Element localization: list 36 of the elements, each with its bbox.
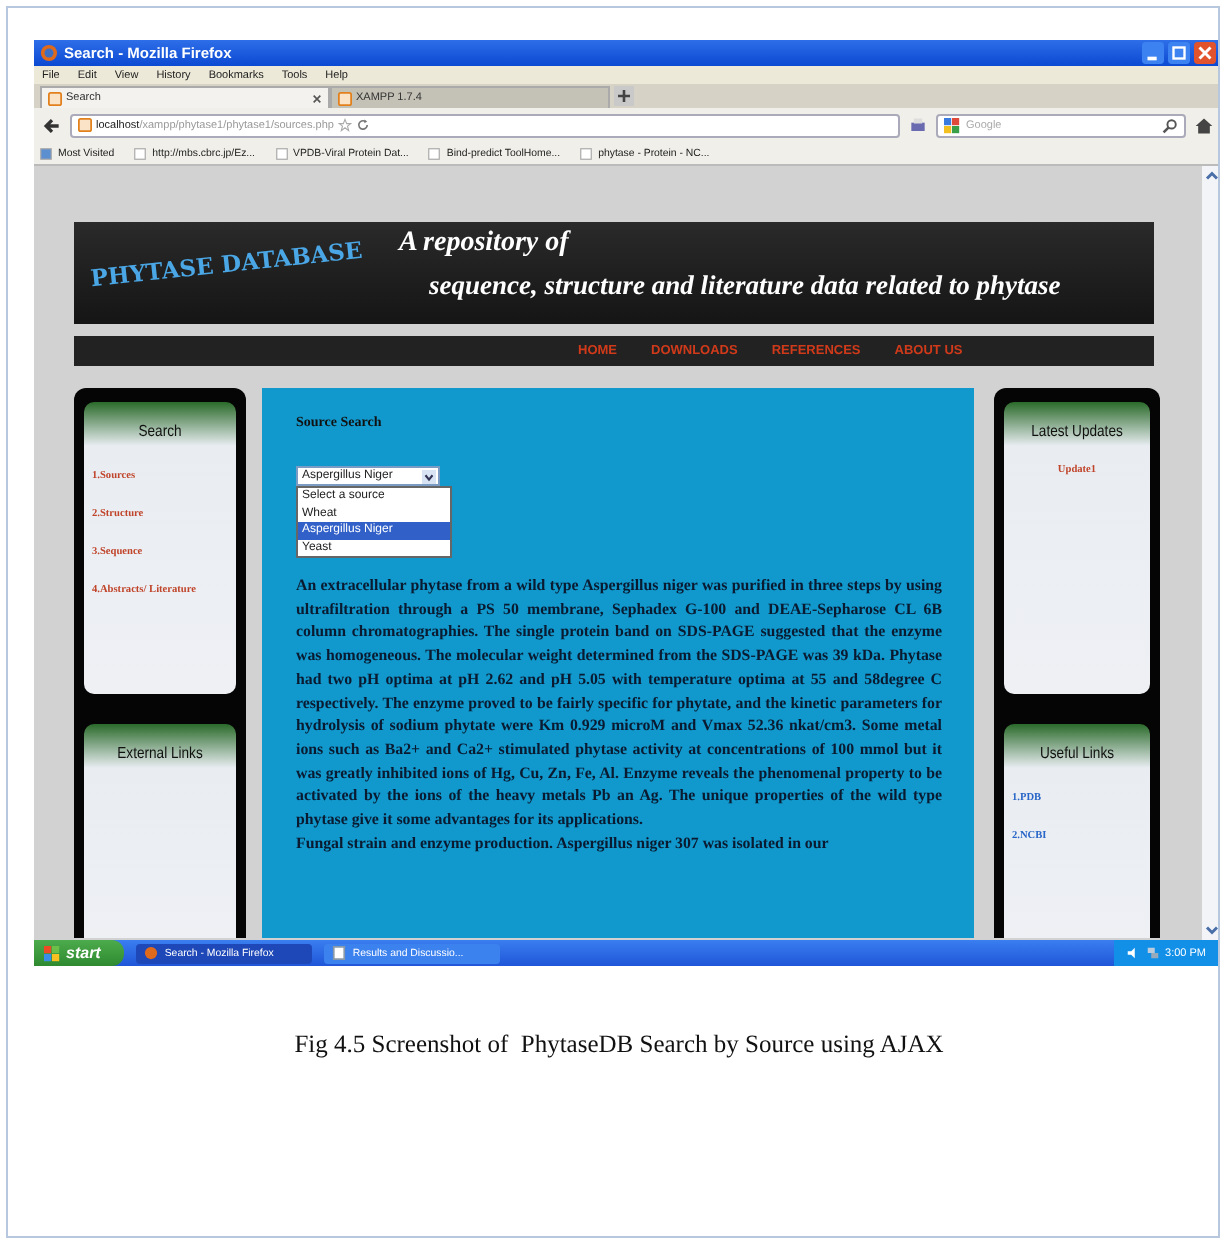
- browser-icon: [40, 44, 58, 62]
- page-icon: [338, 91, 352, 105]
- figure-caption: Fig 4.5 Screenshot of PhytaseDB Search by Source using AJAX: [292, 1030, 946, 1060]
- search-engine-icon[interactable]: [944, 117, 960, 133]
- windows-flag-icon: [44, 945, 60, 961]
- speaker-icon[interactable]: [1125, 946, 1140, 960]
- panel-title: Useful Links: [1037, 744, 1117, 763]
- bookmark-icon: [40, 147, 52, 159]
- bookmark-icon: [275, 147, 287, 159]
- star-icon[interactable]: [337, 118, 352, 132]
- bookmark-icon: [134, 147, 147, 159]
- caret-icon: [422, 469, 436, 483]
- site-logo[interactable]: PHYTASE DATABASE: [89, 235, 364, 295]
- close-tab-icon[interactable]: [312, 93, 322, 103]
- app-icon: [144, 946, 159, 960]
- new-tab-icon[interactable]: [614, 86, 634, 106]
- site-icon: [78, 118, 92, 132]
- app-icon: [332, 946, 347, 960]
- panel-title: Search: [136, 422, 184, 440]
- search-icon[interactable]: [1162, 117, 1178, 133]
- minimize-icon[interactable]: [1142, 42, 1164, 64]
- panel-title: Latest Updates: [1029, 422, 1125, 440]
- reload-icon[interactable]: [355, 118, 370, 132]
- maximize-icon[interactable]: [1168, 42, 1190, 64]
- scrollbar[interactable]: [1202, 166, 1218, 940]
- printer-icon[interactable]: [908, 115, 928, 135]
- tagline: A repository of: [398, 228, 573, 260]
- home-icon[interactable]: [1194, 115, 1214, 135]
- tagline: sequence, structure and literature data related to phytase: [428, 270, 1061, 302]
- bookmark-icon: [428, 147, 441, 159]
- page-icon: [48, 91, 62, 105]
- back-icon[interactable]: [42, 115, 62, 135]
- bookmark-icon: [580, 147, 593, 159]
- start-button[interactable]: start: [34, 940, 125, 966]
- close-icon[interactable]: [1194, 42, 1216, 64]
- panel-title: External Links: [115, 744, 205, 763]
